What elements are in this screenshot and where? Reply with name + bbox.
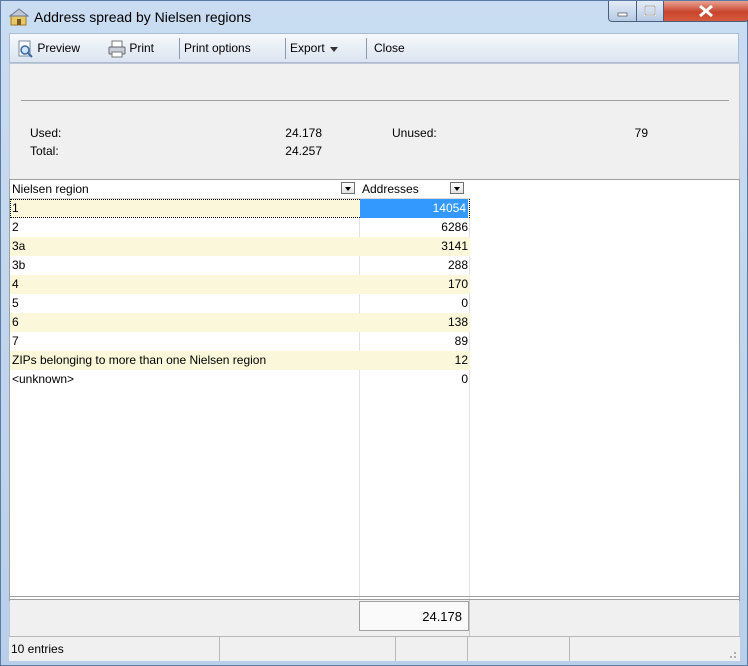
region-cell: 6 xyxy=(12,315,19,329)
table-row[interactable]: 2 6286 xyxy=(10,218,470,237)
status-separator xyxy=(219,637,220,661)
export-label: Export xyxy=(290,41,325,55)
regions-table[interactable]: Nielsen region Addresses 1 14054 2 6286 … xyxy=(9,179,740,602)
unused-label: Unused: xyxy=(392,126,437,140)
status-separator xyxy=(467,637,468,661)
window-title: Address spread by Nielsen regions xyxy=(34,9,252,25)
addresses-cell: 12 xyxy=(454,353,468,367)
print-label: Print xyxy=(129,41,155,55)
region-cell: 2 xyxy=(12,220,19,234)
table-footer xyxy=(10,596,739,597)
maximize-button[interactable] xyxy=(636,1,664,22)
addresses-cell: 288 xyxy=(447,258,468,272)
minimize-button[interactable] xyxy=(608,1,637,22)
divider xyxy=(21,100,729,101)
addresses-cell: 0 xyxy=(461,296,468,310)
resize-grip-icon[interactable] xyxy=(725,647,737,659)
toolbar-separator xyxy=(366,38,367,59)
report-window: Address spread by Nielsen regions Previe… xyxy=(0,0,748,666)
preview-icon xyxy=(18,40,33,58)
addresses-cell: 3141 xyxy=(441,239,468,253)
addresses-cell: 89 xyxy=(454,334,468,348)
addresses-cell: 138 xyxy=(447,315,468,329)
unused-value: 79 xyxy=(634,126,648,140)
region-cell: 4 xyxy=(12,277,19,291)
close-button[interactable]: Close xyxy=(374,38,405,58)
status-bar: 10 entries xyxy=(9,636,740,661)
used-value: 24.178 xyxy=(285,126,322,140)
addresses-cell: 0 xyxy=(461,372,468,386)
minimize-icon xyxy=(617,12,628,17)
table-row[interactable]: 1 14054 xyxy=(10,199,470,218)
column-header-region[interactable]: Nielsen region xyxy=(12,180,89,198)
table-row[interactable]: 6 138 xyxy=(10,313,470,332)
table-row[interactable]: 5 0 xyxy=(10,294,470,313)
app-icon xyxy=(9,8,29,26)
column-header-addresses[interactable]: Addresses xyxy=(362,180,419,198)
addresses-cell: 14054 xyxy=(360,199,468,218)
region-cell: 7 xyxy=(12,334,19,348)
toolbar: Preview Print Print options Export Close xyxy=(9,33,739,63)
chevron-down-icon xyxy=(330,46,339,52)
total-label: Total: xyxy=(30,144,59,158)
table-row[interactable]: 3a 3141 xyxy=(10,237,470,256)
table-row[interactable]: 7 89 xyxy=(10,332,470,351)
close-window-button[interactable] xyxy=(663,1,748,22)
export-button[interactable]: Export xyxy=(290,38,340,58)
table-row[interactable]: 4 170 xyxy=(10,275,470,294)
region-cell: ZIPs belonging to more than one Nielsen … xyxy=(12,353,267,367)
total-value: 24.257 xyxy=(285,144,322,158)
preview-label: Preview xyxy=(37,41,81,55)
title-bar[interactable]: Address spread by Nielsen regions xyxy=(1,1,748,33)
table-row[interactable]: ZIPs belonging to more than one Nielsen … xyxy=(10,351,470,370)
used-label: Used: xyxy=(30,126,62,140)
region-cell: 5 xyxy=(12,296,19,310)
table-row[interactable]: <unknown> 0 xyxy=(10,370,470,389)
toolbar-separator xyxy=(179,38,180,59)
close-icon xyxy=(699,4,713,18)
addresses-total: 24.178 xyxy=(359,601,469,631)
region-cell: 3b xyxy=(12,258,26,272)
preview-button[interactable]: Preview xyxy=(16,38,80,58)
column-divider xyxy=(469,600,470,636)
summary-footer: 24.178 xyxy=(10,599,739,636)
print-button[interactable]: Print xyxy=(108,38,154,58)
addresses-filter-dropdown[interactable] xyxy=(450,182,464,194)
region-cell: <unknown> xyxy=(12,372,75,386)
addresses-cell: 6286 xyxy=(441,220,468,234)
status-separator xyxy=(395,637,396,661)
print-options-button[interactable]: Print options xyxy=(184,38,251,58)
printer-icon xyxy=(108,40,126,58)
addresses-cell: 170 xyxy=(447,277,468,291)
region-cell: 3a xyxy=(12,239,26,253)
table-header: Nielsen region Addresses xyxy=(10,180,470,199)
region-cell: 1 xyxy=(12,201,19,215)
table-row[interactable]: 3b 288 xyxy=(10,256,470,275)
region-filter-dropdown[interactable] xyxy=(341,182,355,194)
maximize-icon xyxy=(644,5,656,16)
toolbar-separator xyxy=(285,38,286,59)
entry-count: 10 entries xyxy=(11,642,64,656)
status-separator xyxy=(569,637,570,661)
